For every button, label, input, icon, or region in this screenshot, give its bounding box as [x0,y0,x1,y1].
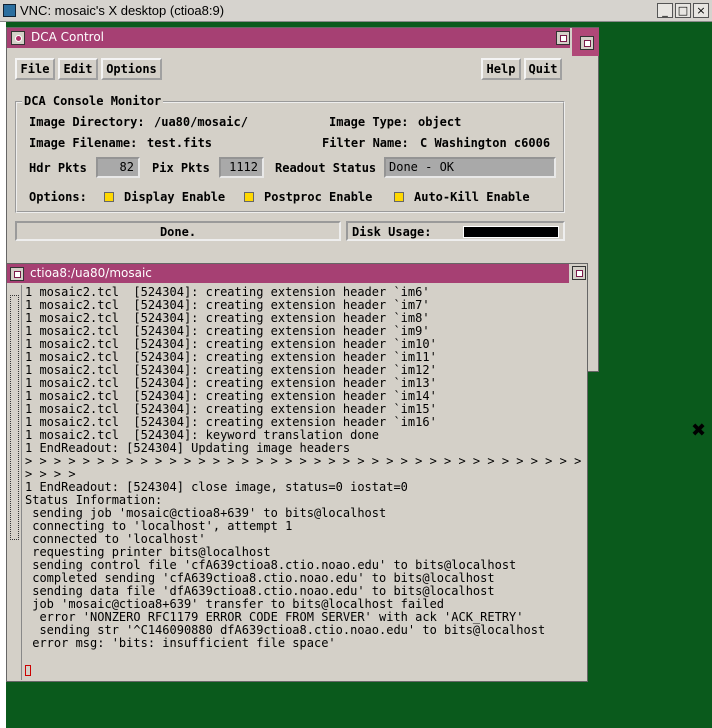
edit-menu[interactable]: Edit [58,58,98,80]
terminal-line: 1 mosaic2.tcl [524304]: creating extensi… [25,415,437,429]
console-monitor-title: DCA Console Monitor [22,94,164,108]
terminal-line: > > > > [25,467,76,481]
terminal-line: sending job 'mosaic@ctioa8+639' to bits@… [25,506,387,520]
terminal-line: completed sending 'cfA639ctioa8.ctio.noa… [25,571,495,585]
terminal-line: requesting printer bits@localhost [25,545,271,559]
terminal-line: sending control file 'cfA639ctioa8.ctio.… [25,558,517,572]
image-type-value: object [418,115,462,129]
terminal-line: Status Information: [25,493,163,507]
terminal-line: 1 mosaic2.tcl [524304]: creating extensi… [25,389,437,403]
display-enable-label: Display Enable [124,190,226,204]
resize-icon[interactable] [580,36,594,50]
pix-pkts-field: 1112 [219,157,264,178]
minimize-button[interactable]: _ [657,3,673,18]
vnc-window-title: VNC: mosaic's X desktop (ctioa8:9) [20,3,225,18]
filter-name-label: Filter Name: [322,136,409,150]
file-menu[interactable]: File [15,58,55,80]
terminal-line: 1 mosaic2.tcl [524304]: creating extensi… [25,376,437,390]
image-directory-label: Image Directory: [29,115,145,129]
terminal-line: 1 mosaic2.tcl [524304]: creating extensi… [25,337,437,351]
readout-status-field: Done - OK [384,157,556,178]
close-button[interactable]: × [693,3,709,18]
terminal-line: 1 EndReadout: [524304] close image, stat… [25,480,408,494]
terminal-line: connecting to 'localhost', attempt 1 [25,519,293,533]
terminal-line: 1 mosaic2.tcl [524304]: creating extensi… [25,402,437,416]
dca-window-title: DCA Control [31,30,105,44]
window-menu-icon[interactable] [11,31,25,45]
terminal-line: error msg: 'bits: insufficient file spac… [25,636,336,650]
image-filename-value: test.fits [147,136,213,150]
x-cursor-icon: ✖ [691,420,707,441]
help-button[interactable]: Help [481,58,521,80]
terminal-line: 1 mosaic2.tcl [524304]: creating extensi… [25,311,430,325]
terminal-window-title: ctioa8:/ua80/mosaic [30,266,152,280]
vnc-app-icon [3,4,16,17]
terminal-line: 1 mosaic2.tcl [524304]: creating extensi… [25,324,430,338]
terminal-line: > > > > > > > > > > > > > > > > > > > > … [25,454,581,468]
filter-name-value: C Washington c6006 [420,136,551,150]
postproc-enable-checkbox[interactable] [244,192,254,202]
terminal-line: sending data file 'dfA639ctioa8.ctio.noa… [25,584,495,598]
postproc-enable-label: Postproc Enable [264,190,373,204]
terminal-line: connected to 'localhost' [25,532,206,546]
disk-usage-bar [463,226,559,238]
readout-status-label: Readout Status [275,161,377,175]
terminal-line: sending str '^C146090880 dfA639ctioa8.ct… [25,623,546,637]
terminal-line: 1 EndReadout: [524304] Updating image he… [25,441,351,455]
autokill-enable-checkbox[interactable] [394,192,404,202]
options-menu[interactable]: Options [101,58,162,80]
hdr-pkts-field: 82 [96,157,140,178]
terminal-line: 1 mosaic2.tcl [524304]: creating extensi… [25,363,437,377]
quit-button[interactable]: Quit [524,58,562,80]
iconify-icon[interactable] [556,31,570,45]
display-enable-checkbox[interactable] [104,192,114,202]
terminal-line: 1 mosaic2.tcl [524304]: creating extensi… [25,350,437,364]
terminal-line: 1 mosaic2.tcl [524304]: keyword translat… [25,428,380,442]
terminal-scrollbar-thumb[interactable] [10,295,19,540]
terminal-output[interactable]: 1 mosaic2.tcl [524304]: creating extensi… [25,286,581,676]
image-filename-label: Image Filename: [29,136,138,150]
image-type-label: Image Type: [329,115,409,129]
terminal-iconify-icon[interactable] [572,266,586,280]
pix-pkts-label: Pix Pkts [152,161,210,175]
terminal-window-menu-icon[interactable] [10,267,24,281]
disk-usage-label: Disk Usage: [352,225,432,239]
image-directory-value: /ua80/mosaic/ [154,115,248,129]
terminal-line: error 'NONZERO RFC1179 ERROR CODE FROM S… [25,610,524,624]
terminal-line: 1 mosaic2.tcl [524304]: creating extensi… [25,298,430,312]
maximize-button[interactable]: □ [675,3,691,18]
hdr-pkts-label: Hdr Pkts [29,161,87,175]
options-label: Options: [29,190,87,204]
status-message: Done. [159,225,197,239]
autokill-enable-label: Auto-Kill Enable [414,190,530,204]
terminal-line: job 'mosaic@ctioa8+639' transfer to bits… [25,597,445,611]
terminal-cursor [25,665,31,676]
